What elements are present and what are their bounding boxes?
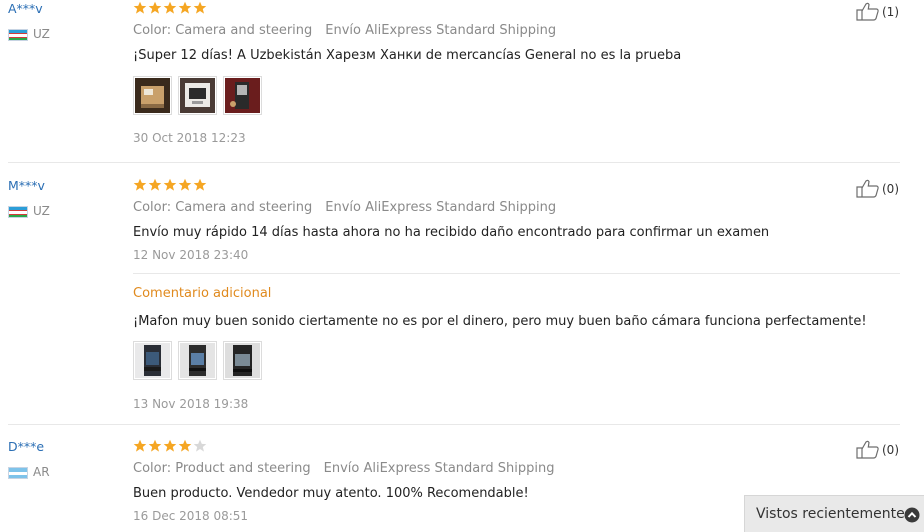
reviewer-country: UZ [33, 204, 50, 218]
review-photo-thumbnail[interactable] [223, 341, 262, 380]
additional-comment-label: Comentario adicional [133, 286, 272, 301]
review-divider [8, 162, 900, 163]
helpful-button[interactable]: (0) [856, 179, 899, 198]
star-icon [148, 178, 162, 191]
reviewer-country: UZ [33, 27, 50, 41]
country-flag-icon [8, 467, 28, 479]
star-icon [163, 178, 177, 191]
star-icon [178, 1, 192, 14]
review-text: Buen producto. Vendedor muy atento. 100%… [133, 486, 529, 501]
review-attributes: Color: Product and steering Envío AliExpr… [133, 461, 554, 476]
color-attribute: Color: Camera and steering [133, 200, 313, 215]
star-rating [133, 1, 207, 17]
color-attribute: Color: Camera and steering [133, 23, 313, 38]
additional-comment-photos [133, 341, 262, 380]
color-attribute: Color: Product and steering [133, 461, 311, 476]
country-flag-icon [8, 206, 28, 218]
shipping-method: Envío AliExpress Standard Shipping [323, 461, 555, 476]
review-photos [133, 76, 262, 115]
review-divider [8, 424, 900, 425]
review-photo-thumbnail[interactable] [178, 76, 217, 115]
star-icon [148, 1, 162, 14]
star-rating [133, 439, 207, 455]
additional-comment-date: 13 Nov 2018 19:38 [133, 397, 249, 411]
review-text: ¡Super 12 días! A Uzbekistán Харезм Ханк… [133, 48, 682, 63]
chevron-up-circle-icon[interactable] [904, 507, 920, 523]
helpful-count: (1) [882, 4, 899, 19]
helpful-button[interactable]: (0) [856, 440, 899, 459]
star-icon [133, 178, 147, 191]
star-icon [163, 1, 177, 14]
shipping-method: Envío AliExpress Standard Shipping [325, 200, 557, 215]
additional-comment-text: ¡Mafon muy buen sonido ciertamente no es… [133, 314, 867, 329]
review-photo-thumbnail[interactable] [178, 341, 217, 380]
review-date: 30 Oct 2018 12:23 [133, 131, 246, 145]
star-icon [193, 1, 207, 14]
country-flag-icon [8, 29, 28, 41]
review-photo-thumbnail[interactable] [133, 341, 172, 380]
review-text: Envío muy rápido 14 días hasta ahora no … [133, 225, 770, 240]
thumbs-up-icon [856, 440, 879, 459]
star-icon [133, 1, 147, 14]
star-icon [193, 178, 207, 191]
reviewer-country: AR [33, 465, 50, 479]
star-icon [148, 439, 162, 452]
star-empty-icon [193, 439, 207, 452]
helpful-count: (0) [882, 442, 899, 457]
star-rating [133, 178, 207, 194]
review-attributes: Color: Camera and steering Envío AliExpre… [133, 23, 556, 38]
review-date: 12 Nov 2018 23:40 [133, 248, 249, 262]
star-icon [133, 439, 147, 452]
star-icon [178, 178, 192, 191]
additional-comment-divider [133, 273, 900, 274]
review-photo-thumbnail[interactable] [223, 76, 262, 115]
helpful-count: (0) [882, 181, 899, 196]
review-date: 16 Dec 2018 08:51 [133, 509, 249, 523]
star-icon [178, 439, 192, 452]
thumbs-up-icon [856, 179, 879, 198]
review-attributes: Color: Camera and steering Envío AliExpre… [133, 200, 556, 215]
recently-viewed-bar[interactable]: Vistos recientemente [744, 495, 924, 532]
review-photo-thumbnail[interactable] [133, 76, 172, 115]
reviewer-name[interactable]: A***v [8, 1, 43, 16]
helpful-button[interactable]: (1) [856, 2, 899, 21]
thumbs-up-icon [856, 2, 879, 21]
reviewer-name[interactable]: M***v [8, 178, 45, 193]
reviewer-name[interactable]: D***e [8, 439, 44, 454]
shipping-method: Envío AliExpress Standard Shipping [325, 23, 557, 38]
recently-viewed-label: Vistos recientemente [756, 506, 905, 522]
star-icon [163, 439, 177, 452]
